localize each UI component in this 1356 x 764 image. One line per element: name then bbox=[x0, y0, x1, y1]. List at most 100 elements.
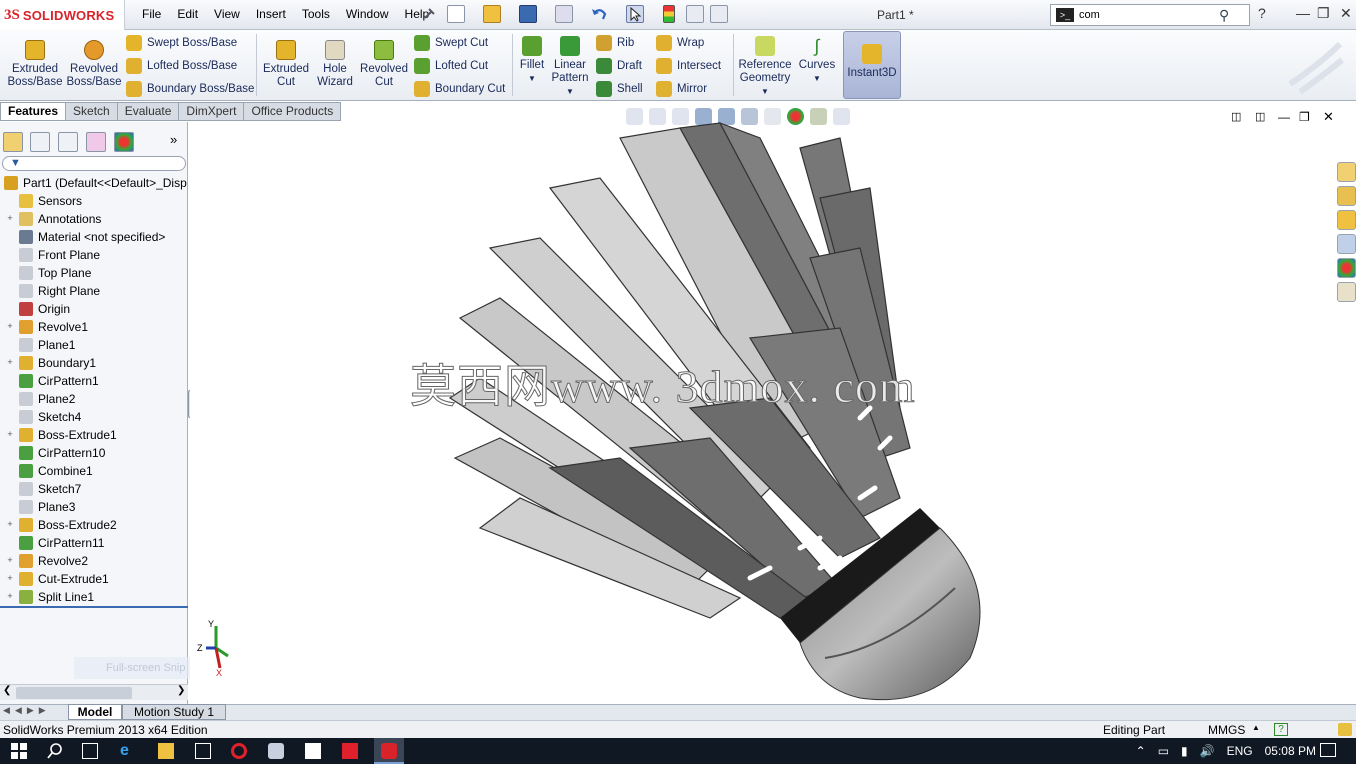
menu-edit[interactable]: Edit bbox=[169, 7, 206, 21]
tab-sketch[interactable]: Sketch bbox=[65, 102, 118, 121]
close-icon[interactable]: ✕ bbox=[1340, 5, 1352, 22]
tree-item[interactable]: CirPattern11 bbox=[0, 534, 188, 552]
tree-item[interactable]: Front Plane bbox=[0, 246, 188, 264]
file-explorer-icon[interactable] bbox=[1337, 210, 1356, 230]
units-dropdown-icon[interactable]: ▲ bbox=[1252, 723, 1260, 732]
tab-scroll-arrows-icon[interactable]: ◀◀▶▶ bbox=[3, 705, 51, 716]
linear-pattern-dropdown-icon[interactable]: ▼ bbox=[550, 85, 590, 98]
swept-boss-button[interactable]: Swept Boss/Base bbox=[126, 34, 237, 52]
units-selector[interactable]: MMGS bbox=[1208, 723, 1245, 737]
split-view-icon[interactable]: ◫ bbox=[1255, 110, 1265, 123]
volume-icon[interactable]: 🔊 bbox=[1200, 744, 1215, 758]
expand-toggle-icon[interactable]: + bbox=[5, 574, 15, 584]
tab-office-products[interactable]: Office Products bbox=[243, 102, 342, 121]
reference-geometry-dropdown-icon[interactable]: ▼ bbox=[737, 85, 793, 98]
tree-item[interactable]: + Revolve1 bbox=[0, 318, 188, 336]
revolved-boss-button[interactable]: Revolved Boss/Base bbox=[66, 34, 122, 89]
tab-motion-study[interactable]: Motion Study 1 bbox=[122, 704, 226, 720]
configuration-manager-tab-icon[interactable] bbox=[58, 132, 78, 152]
tag-icon[interactable] bbox=[1338, 723, 1352, 736]
tab-evaluate[interactable]: Evaluate bbox=[116, 102, 180, 121]
tile-view-icon[interactable]: ◫ bbox=[1231, 110, 1241, 123]
print-icon[interactable] bbox=[555, 5, 573, 23]
app-taskbar-icon[interactable] bbox=[268, 743, 284, 759]
scroll-thumb[interactable] bbox=[16, 687, 132, 699]
reference-geometry-button[interactable]: Reference Geometry ▼ bbox=[737, 30, 793, 98]
tree-item[interactable]: + Annotations bbox=[0, 210, 188, 228]
doc-restore-icon[interactable]: ❐ bbox=[1299, 110, 1310, 124]
file-explorer-taskbar-icon[interactable] bbox=[158, 743, 174, 759]
swept-cut-button[interactable]: Swept Cut bbox=[414, 34, 488, 52]
edge-browser-icon[interactable]: e bbox=[120, 743, 136, 759]
search-box[interactable]: >_ ⚲ bbox=[1050, 4, 1250, 26]
expand-chevron-icon[interactable]: » bbox=[170, 132, 190, 152]
tree-filter[interactable]: ▼ bbox=[2, 156, 186, 171]
lofted-boss-button[interactable]: Lofted Boss/Base bbox=[126, 57, 237, 75]
rebuild-traffic-light-icon[interactable] bbox=[663, 5, 675, 23]
extruded-cut-button[interactable]: Extruded Cut bbox=[260, 34, 312, 89]
lofted-cut-button[interactable]: Lofted Cut bbox=[414, 57, 488, 75]
rollback-bar[interactable] bbox=[0, 606, 188, 608]
tree-item[interactable]: Right Plane bbox=[0, 282, 188, 300]
tab-dimxpert[interactable]: DimXpert bbox=[178, 102, 245, 121]
tree-item[interactable]: CirPattern10 bbox=[0, 444, 188, 462]
feature-tree-tab-icon[interactable] bbox=[3, 132, 23, 152]
task-view-icon[interactable] bbox=[82, 743, 98, 759]
menu-insert[interactable]: Insert bbox=[248, 7, 294, 21]
tree-item[interactable]: Sketch4 bbox=[0, 408, 188, 426]
clock[interactable]: 05:08 PM bbox=[1265, 744, 1316, 758]
search-icon[interactable]: ⚲ bbox=[1219, 7, 1229, 24]
tree-item[interactable]: Plane2 bbox=[0, 390, 188, 408]
tree-item[interactable]: Plane1 bbox=[0, 336, 188, 354]
tab-features[interactable]: Features bbox=[0, 102, 67, 121]
expand-toggle-icon[interactable]: + bbox=[5, 520, 15, 530]
expand-toggle-icon[interactable]: + bbox=[5, 430, 15, 440]
appearances-icon[interactable] bbox=[1337, 258, 1356, 278]
windows-start-icon[interactable] bbox=[11, 743, 27, 759]
tray-chevron-icon[interactable]: ⌃ bbox=[1136, 744, 1146, 758]
search-taskbar-icon[interactable] bbox=[47, 743, 63, 759]
solidworks-resources-icon[interactable] bbox=[1337, 162, 1356, 182]
save-icon[interactable] bbox=[519, 5, 537, 23]
shell-button[interactable]: Shell bbox=[596, 80, 643, 98]
fillet-dropdown-icon[interactable]: ▼ bbox=[516, 72, 548, 85]
instant3d-button[interactable]: Instant3D bbox=[843, 31, 901, 99]
mail-icon[interactable] bbox=[305, 743, 321, 759]
restore-icon[interactable]: ❐ bbox=[1317, 5, 1330, 22]
pin-icon[interactable] bbox=[420, 5, 438, 23]
network-icon[interactable]: ▭ bbox=[1158, 744, 1169, 758]
dimxpert-manager-tab-icon[interactable] bbox=[86, 132, 106, 152]
language-indicator[interactable]: ENG bbox=[1227, 744, 1253, 758]
property-manager-tab-icon[interactable] bbox=[30, 132, 50, 152]
tree-horizontal-scrollbar[interactable]: ❮ ❯ bbox=[0, 684, 188, 700]
undo-icon[interactable] bbox=[590, 5, 608, 23]
tree-item[interactable]: Sensors bbox=[0, 192, 188, 210]
expand-toggle-icon[interactable]: + bbox=[5, 358, 15, 368]
scroll-left-icon[interactable]: ❮ bbox=[3, 685, 11, 696]
tree-item[interactable]: + Boundary1 bbox=[0, 354, 188, 372]
hole-wizard-button[interactable]: Hole Wizard bbox=[314, 34, 356, 89]
search-input[interactable] bbox=[1079, 9, 1219, 21]
tree-item[interactable]: + Boss-Extrude1 bbox=[0, 426, 188, 444]
boundary-cut-button[interactable]: Boundary Cut bbox=[414, 80, 505, 98]
tree-item[interactable]: + Split Line1 bbox=[0, 588, 188, 606]
wrap-button[interactable]: Wrap bbox=[656, 34, 704, 52]
solidworks-logo[interactable]: 3S SOLIDWORKS bbox=[0, 0, 125, 30]
tree-item[interactable]: CirPattern1 bbox=[0, 372, 188, 390]
custom-properties-icon[interactable] bbox=[1337, 282, 1356, 302]
tree-item[interactable]: Material <not specified> bbox=[0, 228, 188, 246]
file-properties-icon[interactable] bbox=[686, 5, 704, 23]
options-icon[interactable] bbox=[710, 5, 728, 23]
linear-pattern-button[interactable]: Linear Pattern ▼ bbox=[550, 30, 590, 98]
help-icon[interactable]: ? bbox=[1258, 5, 1266, 21]
tree-root-part[interactable]: Part1 (Default<<Default>_Disp bbox=[0, 174, 188, 192]
scroll-right-icon[interactable]: ❯ bbox=[177, 685, 185, 696]
curves-dropdown-icon[interactable]: ▼ bbox=[797, 72, 837, 85]
solidworks-taskbar-button[interactable] bbox=[374, 738, 404, 764]
revolved-cut-button[interactable]: Revolved Cut bbox=[358, 34, 410, 89]
menu-view[interactable]: View bbox=[206, 7, 248, 21]
expand-toggle-icon[interactable]: + bbox=[5, 556, 15, 566]
intersect-button[interactable]: Intersect bbox=[656, 57, 721, 75]
store-icon[interactable] bbox=[195, 743, 211, 759]
expand-toggle-icon[interactable]: + bbox=[5, 592, 15, 602]
